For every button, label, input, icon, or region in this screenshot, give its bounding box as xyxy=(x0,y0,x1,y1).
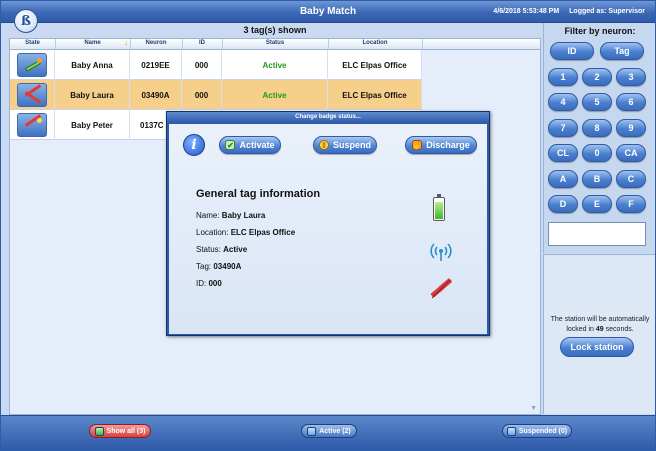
info-name: Name: Baby Laura xyxy=(196,211,266,220)
key-d[interactable]: D xyxy=(548,195,578,213)
tag-count: 3 tag(s) shown xyxy=(243,25,307,35)
show-all-button[interactable]: Show all (3) xyxy=(89,424,151,438)
key-b[interactable]: B xyxy=(582,170,612,188)
dialog-body: i ✔ Activate ‖ Suspend ✋ Discharge Gener… xyxy=(169,124,487,334)
key-9[interactable]: 9 xyxy=(616,119,646,137)
app-logo-icon[interactable]: ß xyxy=(14,9,38,33)
cell-location: ELC Elpas Office xyxy=(328,50,422,80)
pause-icon: ‖ xyxy=(318,140,329,150)
bottom-bar: Show all (3) Active (2) Suspended (0) xyxy=(1,415,655,450)
lock-countdown-text: The station will be automatically locked… xyxy=(550,316,650,333)
lock-station-button[interactable]: Lock station xyxy=(560,337,634,357)
cell-location: ELC Elpas Office xyxy=(328,80,422,110)
scroll-down-icon[interactable]: ▼ xyxy=(530,405,537,412)
filter-tag-button[interactable]: Tag xyxy=(600,42,644,60)
key-1[interactable]: 1 xyxy=(548,68,578,86)
active-filter-button[interactable]: Active (2) xyxy=(301,424,357,438)
app-window: Baby Match 4/6/2018 5:53:48 PM Logged as… xyxy=(0,0,656,451)
table-row-selected[interactable]: Baby Laura 03490A 000 Active ELC Elpas O… xyxy=(10,80,422,110)
neuron-filter-input[interactable] xyxy=(548,222,646,246)
state-active-icon[interactable] xyxy=(17,53,47,77)
state-alert-icon[interactable] xyxy=(17,83,47,107)
app-logo-letter: ß xyxy=(21,13,31,29)
dialog-title: Change badge status... xyxy=(167,112,489,123)
header-neuron[interactable]: Neuron xyxy=(130,40,182,46)
cell-id: 000 xyxy=(182,50,222,80)
key-6[interactable]: 6 xyxy=(616,93,646,111)
title-status: 4/6/2018 5:53:48 PM Logged as: Superviso… xyxy=(493,8,645,15)
cell-neuron: 0219EE xyxy=(130,50,182,80)
suspend-button[interactable]: ‖ Suspend xyxy=(313,136,377,154)
discharge-button[interactable]: ✋ Discharge xyxy=(405,136,477,154)
key-4[interactable]: 4 xyxy=(548,93,578,111)
cell-id: 000 xyxy=(182,80,222,110)
key-3[interactable]: 3 xyxy=(616,68,646,86)
info-tag: Tag: 03490A xyxy=(196,262,242,271)
filter-id-button[interactable]: ID xyxy=(550,42,594,60)
title-bar: Baby Match 4/6/2018 5:53:48 PM Logged as… xyxy=(1,1,655,23)
filter-panel: Filter by neuron: ID Tag 1 2 3 4 5 6 7 8… xyxy=(543,23,655,253)
tamper-icon xyxy=(430,278,452,299)
battery-icon xyxy=(433,194,445,221)
sort-down-icon: ↓ xyxy=(124,38,128,47)
key-e[interactable]: E xyxy=(582,195,612,213)
show-all-icon xyxy=(94,426,104,436)
header-name[interactable]: Name xyxy=(55,40,130,46)
section-title: General tag information xyxy=(196,188,321,200)
cell-name: Baby Peter xyxy=(55,110,130,140)
key-c[interactable]: C xyxy=(616,170,646,188)
lock-panel: The station will be automatically locked… xyxy=(543,254,655,414)
cell-neuron: 03490A xyxy=(130,80,182,110)
discharge-icon: ✋ xyxy=(412,140,423,150)
active-icon xyxy=(307,426,317,436)
cell-status: Active xyxy=(222,80,328,110)
activate-button[interactable]: ✔ Activate xyxy=(219,136,281,154)
info-icon: i xyxy=(183,134,205,156)
key-8[interactable]: 8 xyxy=(582,119,612,137)
filter-title: Filter by neuron: xyxy=(564,26,636,36)
state-warning-icon[interactable] xyxy=(17,113,47,137)
key-a[interactable]: A xyxy=(548,170,578,188)
header-status[interactable]: Status xyxy=(222,40,328,46)
header-state[interactable]: State xyxy=(10,40,55,46)
suspended-filter-button[interactable]: Suspended (0) xyxy=(502,424,572,438)
change-badge-status-dialog: Change badge status... i ✔ Activate ‖ Su… xyxy=(166,111,490,336)
check-icon: ✔ xyxy=(225,140,236,150)
header-location[interactable]: Location xyxy=(328,40,422,46)
key-7[interactable]: 7 xyxy=(548,119,578,137)
logged-as-label: Logged as: Supervisor xyxy=(569,8,645,15)
cell-status: Active xyxy=(222,50,328,80)
lock-seconds: 49 xyxy=(595,326,604,333)
info-id: ID: 000 xyxy=(196,279,222,288)
key-2[interactable]: 2 xyxy=(582,68,612,86)
info-location: Location: ELC Elpas Office xyxy=(196,228,296,237)
key-clear-all[interactable]: CA xyxy=(616,144,646,162)
datetime-label: 4/6/2018 5:53:48 PM xyxy=(493,8,560,15)
cell-name: Baby Anna xyxy=(55,50,130,80)
header-id[interactable]: ID xyxy=(182,40,222,46)
key-0[interactable]: 0 xyxy=(582,144,612,162)
table-row[interactable]: Baby Anna 0219EE 000 Active ELC Elpas Of… xyxy=(10,50,422,80)
info-status: Status: Active xyxy=(196,245,248,254)
key-f[interactable]: F xyxy=(616,195,646,213)
key-5[interactable]: 5 xyxy=(582,93,612,111)
key-clear[interactable]: CL xyxy=(548,144,578,162)
signal-icon xyxy=(430,243,452,261)
table-header: State Name ↓ Neuron ID Status Location xyxy=(10,38,540,50)
cell-name: Baby Laura xyxy=(55,80,130,110)
suspended-icon xyxy=(506,426,516,436)
